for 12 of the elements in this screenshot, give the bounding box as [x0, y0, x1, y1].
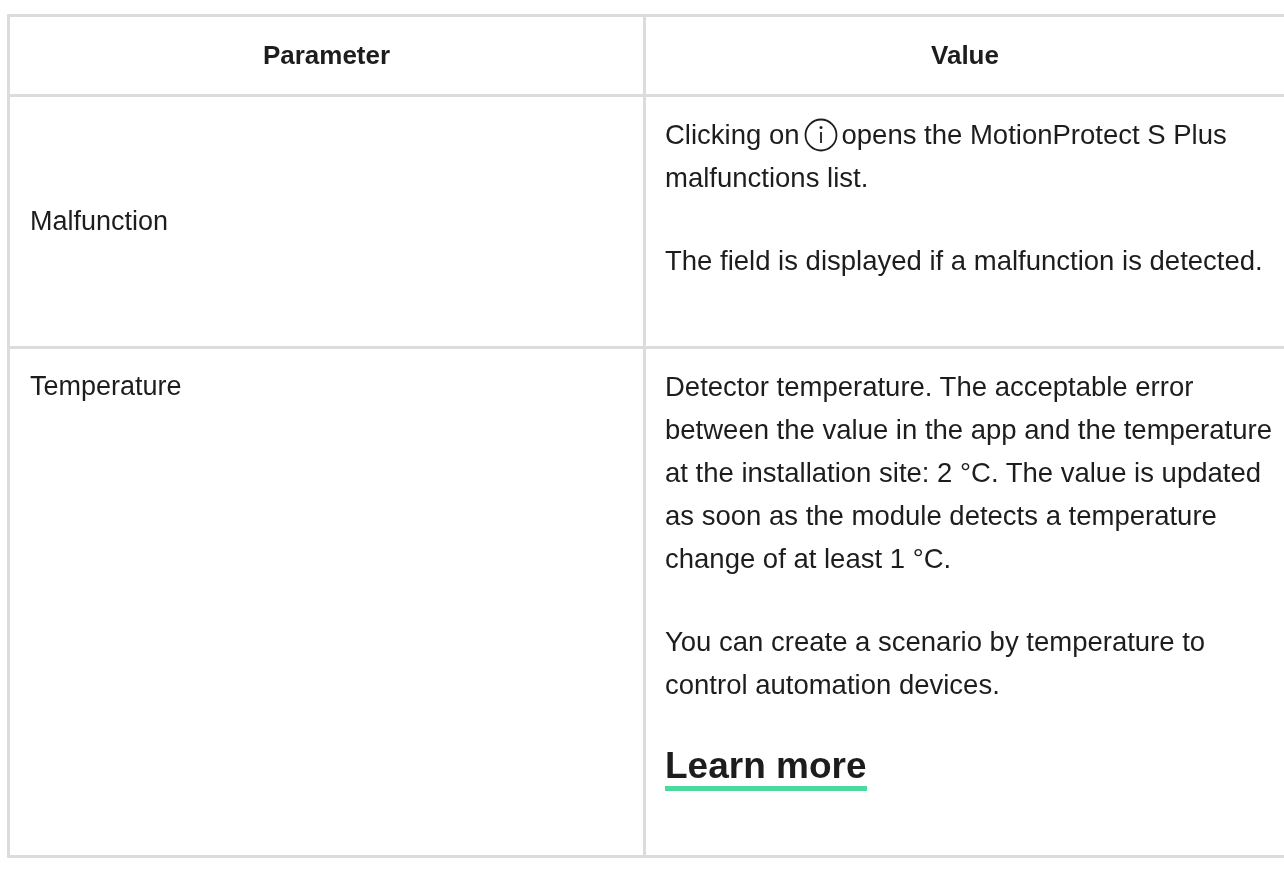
learn-more-link[interactable]: Learn more: [665, 746, 867, 791]
column-header: Parameter: [262, 40, 391, 71]
description-text: malfunctions list.: [665, 161, 870, 195]
description-text: opens the MotionProtect S Plus: [841, 119, 1227, 150]
description-text: You can create a scenario by temperature to control automation devices.: [665, 625, 1207, 702]
parameter-name: Malfunction: [29, 205, 170, 238]
parameter-name: Temperature: [29, 370, 183, 403]
column-header: Value: [931, 40, 999, 71]
description-text: Detector temperature. The acceptable error between the value in the app and the temperature at the installation site: 2 °C. The value is updated as soon as the module detects a temperature change of at least 1 °C.: [665, 370, 1273, 576]
description-text: Clicking on: [665, 119, 800, 150]
description-text: The field is displayed if a malfunction is detected.: [665, 244, 1264, 278]
info-icon: [803, 118, 838, 152]
